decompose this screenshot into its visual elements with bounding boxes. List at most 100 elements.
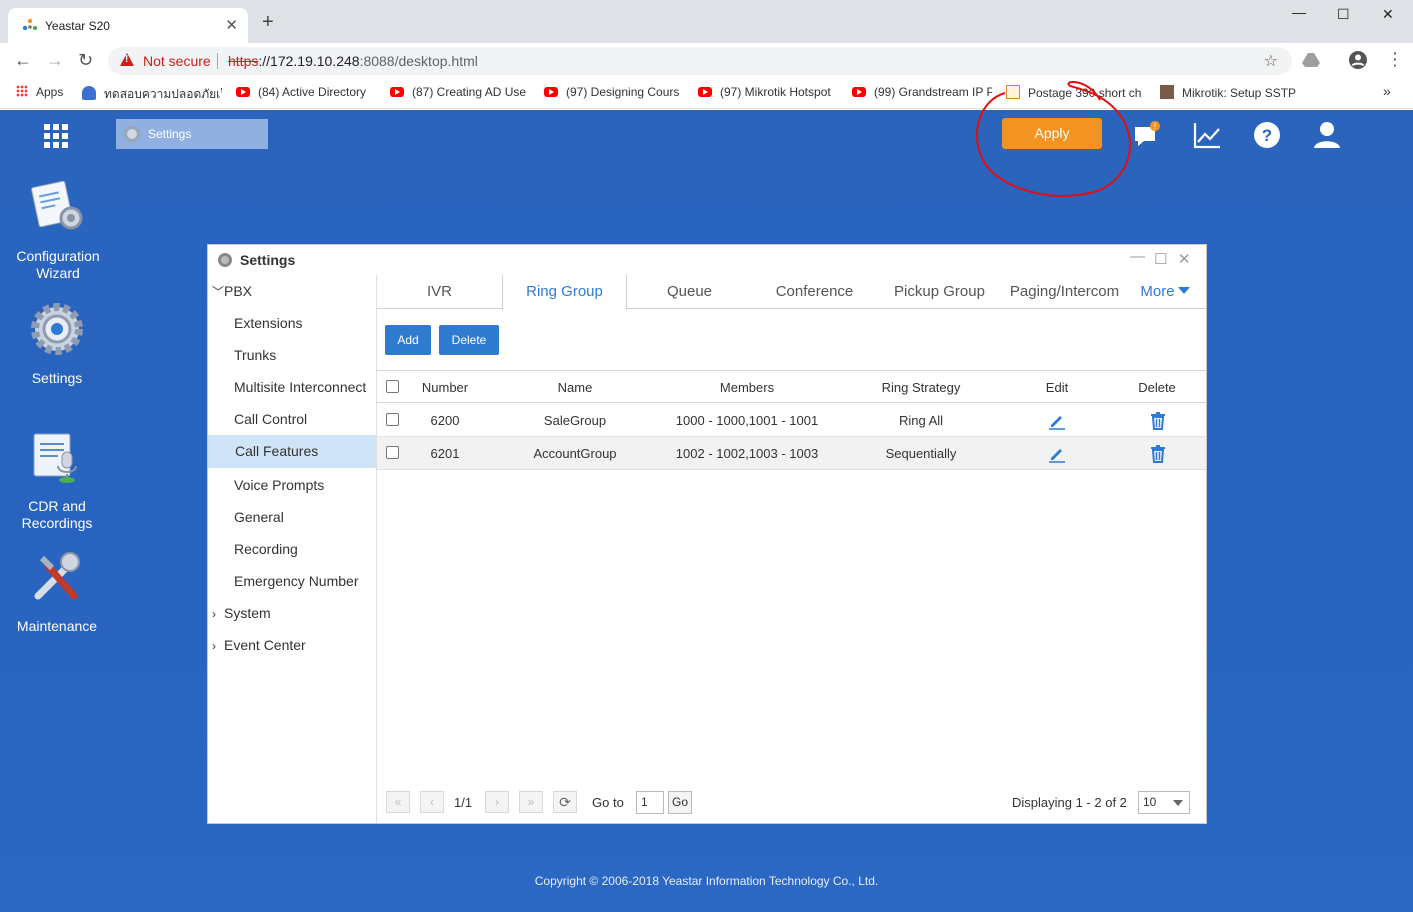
page-indicator: 1/1 [454, 795, 473, 810]
sidebar-item-recording[interactable]: Recording [208, 533, 376, 565]
minimize-button[interactable]: — [1292, 4, 1306, 20]
apply-button[interactable]: Apply [1002, 118, 1102, 149]
refresh-icon[interactable]: ⟳ [553, 791, 577, 813]
window-titlebar[interactable]: Settings — ☐ ✕ [208, 245, 1206, 275]
trash-icon[interactable] [1150, 445, 1166, 463]
table-row[interactable]: 6201 AccountGroup 1002 - 1002,1003 - 100… [377, 437, 1206, 470]
select-all-checkbox[interactable] [386, 380, 399, 393]
cdr-recordings-shortcut[interactable]: CDR and Recordings [0, 428, 117, 532]
message-notification-icon[interactable]: ! [1132, 120, 1162, 150]
last-page-button[interactable]: » [519, 791, 543, 813]
edit-pencil-icon[interactable] [1048, 445, 1066, 463]
tab-queue[interactable]: Queue [627, 275, 752, 309]
header-name[interactable]: Name [525, 371, 625, 404]
user-account-icon[interactable] [1312, 120, 1342, 150]
window-close-button[interactable]: ✕ [1178, 250, 1191, 268]
bookmark-item[interactable]: (84) Active Directory [236, 85, 376, 99]
cell-name: SaleGroup [543, 413, 607, 428]
first-page-button[interactable]: « [386, 791, 410, 813]
sidebar-item-call-features[interactable]: Call Features [208, 435, 376, 468]
window-minimize-button[interactable]: — [1130, 248, 1145, 265]
reload-icon[interactable]: ↻ [78, 50, 93, 70]
goto-label: Go to [592, 795, 624, 810]
svg-text:?: ? [1262, 126, 1272, 145]
sidebar-item-voice-prompts[interactable]: Voice Prompts [208, 469, 376, 501]
address-bar[interactable]: Not secure https://172.19.10.248:8088/de… [108, 47, 1292, 75]
tab-ring-group[interactable]: Ring Group [502, 275, 627, 310]
bookmark-item[interactable]: Mikrotik: Setup SSTP [1160, 85, 1300, 100]
settings-sidebar: ﹀PBX Extensions Trunks Multisite Interco… [208, 275, 377, 823]
window-maximize-button[interactable]: ☐ [1154, 250, 1167, 268]
maximize-button[interactable]: ☐ [1337, 6, 1350, 23]
bookmark-star-icon[interactable]: ☆ [1264, 51, 1278, 71]
sidebar-item-trunks[interactable]: Trunks [208, 339, 376, 371]
bookmarks-overflow[interactable]: » [1383, 83, 1391, 99]
tab-ivr[interactable]: IVR [377, 275, 502, 309]
header-delete: Delete [1138, 380, 1176, 395]
chart-trend-icon[interactable] [1192, 120, 1222, 150]
tab-close-icon[interactable]: ✕ [225, 16, 238, 34]
sidebar-group-event-center[interactable]: › Event Center [212, 637, 306, 653]
bookmarks-bar: Apps ทดสอบความปลอดภัยเว็บ (84) Active Di… [0, 79, 1413, 109]
bookmark-item[interactable]: Postage 390 short ch [1006, 85, 1146, 100]
sidebar-item-extensions[interactable]: Extensions [208, 307, 376, 339]
icon-label: Maintenance [16, 618, 98, 634]
close-window-button[interactable]: ✕ [1382, 6, 1394, 23]
bookmark-item[interactable]: (87) Creating AD Use [390, 85, 530, 99]
row-checkbox[interactable] [386, 413, 399, 426]
configuration-wizard-shortcut[interactable]: Configuration Wizard [0, 178, 118, 282]
tab-title: Yeastar S20 [45, 19, 110, 33]
app-menu-grid-icon[interactable] [44, 124, 68, 148]
tab-more[interactable]: More [1135, 275, 1195, 309]
sidebar-item-general[interactable]: General [208, 501, 376, 533]
sidebar-item-multisite-interconnect[interactable]: Multisite Interconnect [208, 371, 376, 403]
bookmark-item[interactable]: ทดสอบความปลอดภัยเว็บ [82, 85, 222, 104]
browser-tab[interactable]: Yeastar S20 ✕ [8, 8, 248, 43]
header-number[interactable]: Number [405, 371, 485, 404]
url-text[interactable]: https://172.19.10.248:8088/desktop.html [228, 53, 478, 69]
bookmark-item[interactable]: (97) Designing Cours [544, 85, 684, 99]
next-page-button[interactable]: › [485, 791, 509, 813]
bookmark-item[interactable]: (97) Mikrotik Hotspot [698, 85, 838, 99]
table-header: Number Name Members Ring Strategy Edit D… [377, 370, 1206, 403]
taskbar-settings-button[interactable]: Settings [116, 119, 268, 149]
settings-shortcut[interactable]: Settings [0, 300, 117, 387]
forward-arrow-icon[interactable]: → [46, 50, 64, 70]
gear-icon [218, 253, 232, 267]
browser-tab-strip: Yeastar S20 ✕ + — ☐ ✕ [0, 0, 1413, 43]
sidebar-item-emergency-number[interactable]: Emergency Number [208, 565, 376, 597]
profile-icon[interactable] [1348, 50, 1368, 70]
copyright-text: Copyright © 2006-2018 Yeastar Informatio… [534, 874, 879, 888]
sidebar-group-system[interactable]: › System [212, 605, 271, 621]
icon-label: Recordings [21, 515, 93, 531]
site-favicon-icon [1160, 85, 1174, 99]
bookmark-apps[interactable]: Apps [16, 85, 63, 99]
trash-icon[interactable] [1150, 412, 1166, 430]
bookmark-item[interactable]: (99) Grandstream IP P [852, 85, 992, 99]
tab-conference[interactable]: Conference [752, 275, 877, 309]
row-checkbox[interactable] [386, 446, 399, 459]
delete-button[interactable]: Delete [439, 325, 499, 355]
page-size-select[interactable]: 10 [1138, 791, 1190, 814]
add-button[interactable]: Add [385, 325, 431, 355]
menu-dots-icon[interactable]: ⋮ [1386, 49, 1404, 70]
back-arrow-icon[interactable]: ← [14, 50, 32, 70]
edit-pencil-icon[interactable] [1048, 412, 1066, 430]
maintenance-shortcut[interactable]: Maintenance [0, 548, 117, 635]
security-label[interactable]: Not secure [143, 53, 211, 69]
table-row[interactable]: 6200 SaleGroup 1000 - 1000,1001 - 1001 R… [377, 404, 1206, 437]
header-members: Members [719, 380, 775, 395]
goto-page-input[interactable]: 1 [636, 791, 664, 814]
new-tab-button[interactable]: + [262, 12, 274, 32]
prev-page-button[interactable]: ‹ [420, 791, 444, 813]
drive-icon[interactable] [1302, 52, 1320, 68]
chevron-right-icon: › [212, 639, 216, 653]
go-button[interactable]: Go [668, 791, 692, 814]
tab-paging-intercom[interactable]: Paging/Intercom [1002, 275, 1127, 309]
tab-pickup-group[interactable]: Pickup Group [877, 275, 1002, 309]
svg-text:!: ! [1154, 122, 1156, 131]
configuration-wizard-icon [31, 180, 83, 230]
sidebar-item-call-control[interactable]: Call Control [208, 403, 376, 435]
help-icon[interactable]: ? [1252, 120, 1282, 150]
sidebar-group-pbx[interactable]: ﹀PBX [212, 283, 252, 300]
